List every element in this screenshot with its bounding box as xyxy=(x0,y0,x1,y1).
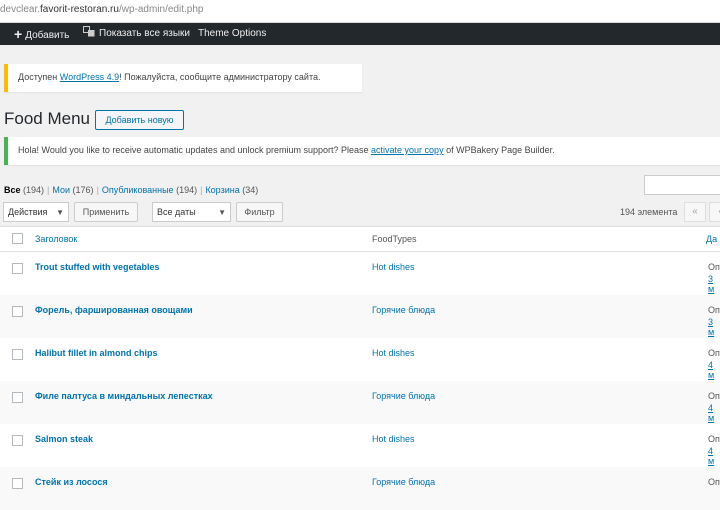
row-checkbox[interactable] xyxy=(12,306,23,317)
admin-bar-show-languages[interactable]: Показать все языки xyxy=(83,23,190,45)
translate-icon xyxy=(83,26,95,37)
prev-page-button[interactable]: ‹ xyxy=(709,202,720,222)
activate-copy-link[interactable]: activate your copy xyxy=(371,145,444,155)
column-foodtypes-header: FoodTypes xyxy=(372,234,417,244)
column-title-header[interactable]: Заголовок xyxy=(35,234,77,244)
date-link[interactable]: 3 м xyxy=(708,274,720,294)
filter-all[interactable]: Все xyxy=(4,185,21,195)
url-text[interactable]: devclear.favorit-restoran.ru/wp-admin/ed… xyxy=(0,4,203,15)
column-date-header[interactable]: Да xyxy=(706,234,717,244)
date-link[interactable]: 4 м xyxy=(708,446,720,466)
table-row: Филе палтуса в миндальных лепестках Горя… xyxy=(0,381,720,424)
row-checkbox[interactable] xyxy=(12,392,23,403)
browser-url-bar[interactable]: devclear.favorit-restoran.ru/wp-admin/ed… xyxy=(0,0,720,23)
filter-button[interactable]: Фильтр xyxy=(236,202,283,222)
date-link[interactable]: 4 м xyxy=(708,360,720,380)
status-filters: Все (194) | Мои (176) | Опубликованные (194)… xyxy=(4,185,259,195)
post-title-link[interactable]: Trout stuffed with vegetables xyxy=(35,262,160,272)
items-count: 194 элемента xyxy=(620,207,678,217)
posts-table: Заголовок FoodTypes Да Trout stuffed wit… xyxy=(0,226,720,510)
search-input[interactable] xyxy=(644,175,720,195)
admin-bar-theme-options[interactable]: Theme Options xyxy=(198,23,266,45)
admin-bar: + Добавить Показать все языки Theme Optio… xyxy=(0,23,720,45)
post-title-link[interactable]: Стейк из лосося xyxy=(35,477,108,487)
date-link[interactable]: 4 м xyxy=(708,403,720,423)
table-row: Стейк из лосося Горячие блюда Оп xyxy=(0,467,720,510)
select-all-checkbox[interactable] xyxy=(12,233,23,244)
plus-icon: + xyxy=(14,26,23,42)
apply-button[interactable]: Применить xyxy=(74,202,138,222)
first-page-button[interactable]: « xyxy=(684,202,706,222)
food-type-link[interactable]: Hot dishes xyxy=(372,434,415,444)
table-row: Trout stuffed with vegetables Hot dishes… xyxy=(0,252,720,295)
date-status: Оп xyxy=(708,262,720,272)
wordpress-update-link[interactable]: WordPress 4.9 xyxy=(60,72,119,82)
date-filter-select[interactable]: Все даты ▼ xyxy=(152,202,231,222)
row-checkbox[interactable] xyxy=(12,263,23,274)
date-link[interactable]: 3 м xyxy=(708,317,720,337)
update-notice: Доступен WordPress 4.9! Пожалуйста, сооб… xyxy=(4,64,362,92)
post-title-link[interactable]: Halibut fillet in almond chips xyxy=(35,348,158,358)
filter-published[interactable]: Опубликованные xyxy=(102,185,174,195)
date-status: Оп xyxy=(708,348,720,358)
post-title-link[interactable]: Филе палтуса в миндальных лепестках xyxy=(35,391,213,401)
table-header: Заголовок FoodTypes Да xyxy=(0,227,720,252)
wpbakery-notice: Hola! Would you like to receive automati… xyxy=(4,137,720,165)
add-new-button[interactable]: Добавить новую xyxy=(95,110,184,130)
post-title-link[interactable]: Salmon steak xyxy=(35,434,93,444)
bulk-actions-select[interactable]: Действия ▼ xyxy=(3,202,69,222)
table-row: Salmon steak Hot dishes Оп 4 м xyxy=(0,424,720,467)
chevron-down-icon: ▼ xyxy=(56,208,64,217)
date-status: Оп xyxy=(708,391,720,401)
food-type-link[interactable]: Горячие блюда xyxy=(372,477,435,487)
date-status: Оп xyxy=(708,477,720,487)
post-title-link[interactable]: Форель, фаршированная овощами xyxy=(35,305,193,315)
date-status: Оп xyxy=(708,434,720,444)
food-type-link[interactable]: Hot dishes xyxy=(372,262,415,272)
food-type-link[interactable]: Hot dishes xyxy=(372,348,415,358)
date-status: Оп xyxy=(708,305,720,315)
food-type-link[interactable]: Горячие блюда xyxy=(372,305,435,315)
food-type-link[interactable]: Горячие блюда xyxy=(372,391,435,401)
page-title: Food Menu xyxy=(4,109,90,128)
admin-bar-add-new[interactable]: + Добавить xyxy=(14,23,69,45)
filter-trash[interactable]: Корзина xyxy=(205,185,239,195)
row-checkbox[interactable] xyxy=(12,435,23,446)
chevron-down-icon: ▼ xyxy=(218,208,226,217)
row-checkbox[interactable] xyxy=(12,349,23,360)
table-row: Форель, фаршированная овощами Горячие бл… xyxy=(0,295,720,338)
table-row: Halibut fillet in almond chips Hot dishe… xyxy=(0,338,720,381)
filter-mine[interactable]: Мои xyxy=(52,185,70,195)
